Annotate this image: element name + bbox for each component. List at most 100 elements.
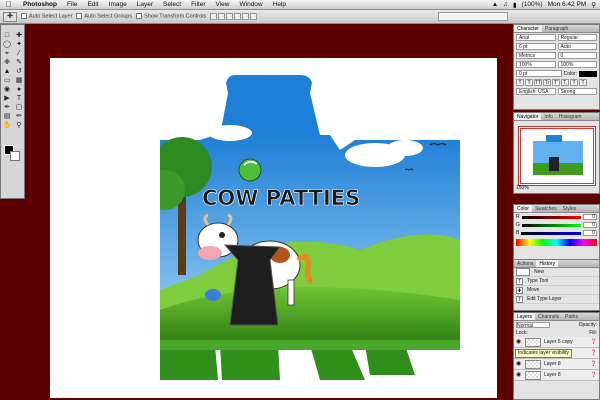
- history-item[interactable]: T Type Tool: [514, 277, 599, 286]
- navigator-view-box[interactable]: [520, 128, 594, 184]
- color-spectrum-bar[interactable]: [516, 239, 597, 246]
- font-family-select[interactable]: Arial: [516, 34, 556, 41]
- move-tool-icon[interactable]: ✚: [13, 31, 25, 40]
- crop-tool-icon[interactable]: ⌖: [1, 49, 13, 58]
- auto-select-layer-option[interactable]: Auto Select Layer: [21, 13, 72, 20]
- volume-icon[interactable]: ♫: [503, 1, 508, 8]
- tab-swatches[interactable]: Swatches: [532, 205, 560, 212]
- eye-icon[interactable]: ◉: [516, 361, 522, 367]
- history-item[interactable]: ✚ Move: [514, 286, 599, 295]
- align-left-icon[interactable]: [234, 13, 242, 20]
- text-color-swatch[interactable]: [579, 70, 597, 77]
- menu-view[interactable]: View: [211, 0, 235, 10]
- tab-info[interactable]: Info: [541, 113, 555, 120]
- pen-tool-icon[interactable]: ✒: [1, 103, 13, 112]
- show-transform-option[interactable]: Show Transform Controls: [136, 13, 206, 20]
- blend-mode-select[interactable]: Normal: [516, 322, 550, 329]
- lasso-tool-icon[interactable]: ◯: [1, 40, 13, 49]
- strikethrough-button[interactable]: T: [579, 79, 587, 86]
- layer-effects-icon[interactable]: ❓: [591, 339, 599, 345]
- baseline-shift-field[interactable]: 0 pt: [516, 70, 562, 77]
- faux-italic-button[interactable]: T: [525, 79, 533, 86]
- tab-color[interactable]: Color: [514, 205, 532, 212]
- layer-effects-icon[interactable]: ❓: [591, 350, 599, 356]
- tab-character[interactable]: Character: [514, 25, 542, 32]
- menu-filter[interactable]: Filter: [186, 0, 210, 10]
- channel-b-slider[interactable]: [521, 231, 581, 235]
- layer-effects-icon[interactable]: ❓: [591, 372, 599, 378]
- channel-b-value[interactable]: 0: [583, 230, 597, 236]
- stamp-tool-icon[interactable]: ▲: [1, 67, 13, 76]
- eyedropper-icon[interactable]: ✏: [13, 112, 25, 121]
- leading-field[interactable]: Auto: [557, 43, 597, 50]
- layer-row[interactable]: ◉ Layer 8 ❓: [514, 359, 599, 370]
- background-color-swatch[interactable]: [10, 151, 20, 161]
- eye-icon[interactable]: ◉: [516, 372, 522, 378]
- menu-help[interactable]: Help: [268, 0, 291, 10]
- menu-select[interactable]: Select: [158, 0, 186, 10]
- tab-layers[interactable]: Layers: [514, 313, 536, 320]
- apple-menu-icon[interactable]: : [0, 0, 18, 10]
- tracking-field[interactable]: 0: [557, 52, 597, 59]
- align-right-icon[interactable]: [250, 13, 258, 20]
- channel-g-slider[interactable]: [521, 223, 581, 227]
- brush-tool-icon[interactable]: ✎: [13, 58, 25, 67]
- tab-navigator[interactable]: Navigator: [514, 113, 542, 120]
- menu-file[interactable]: File: [62, 0, 82, 10]
- channel-r-slider[interactable]: [521, 215, 581, 219]
- layer-effects-icon[interactable]: ❓: [591, 361, 599, 367]
- tab-actions[interactable]: Actions: [514, 260, 536, 267]
- channel-g-value[interactable]: 0: [583, 222, 597, 228]
- navigator-zoom[interactable]: 150%: [516, 185, 529, 191]
- horizontal-scale-field[interactable]: 100%: [557, 61, 597, 68]
- tab-histogram[interactable]: Histogram: [556, 113, 585, 120]
- underline-button[interactable]: T: [570, 79, 578, 86]
- auto-select-groups-checkbox[interactable]: [76, 13, 83, 20]
- subscript-button[interactable]: T,: [561, 79, 569, 86]
- history-item[interactable]: New: [514, 268, 599, 277]
- spotlight-icon[interactable]: ⚲: [591, 1, 596, 9]
- zoom-tool-icon[interactable]: ⚲: [13, 121, 25, 130]
- tab-paragraph[interactable]: Paragraph: [542, 25, 571, 32]
- small-caps-button[interactable]: Tr: [543, 79, 551, 86]
- channel-r-value[interactable]: 0: [583, 214, 597, 220]
- clock[interactable]: Mon 6:42 PM: [548, 1, 587, 8]
- menu-photoshop[interactable]: Photoshop: [18, 0, 62, 10]
- tab-channels[interactable]: Channels: [535, 313, 562, 320]
- history-item[interactable]: T Edit Type Layer: [514, 295, 599, 304]
- shape-tool-icon[interactable]: ▢: [13, 103, 25, 112]
- wifi-icon[interactable]: ▲: [492, 1, 498, 8]
- layer-row[interactable]: ◉ Layer 5 copy ❓: [514, 337, 599, 348]
- path-select-icon[interactable]: ▶: [1, 94, 13, 103]
- align-top-icon[interactable]: [210, 13, 218, 20]
- menu-edit[interactable]: Edit: [82, 0, 103, 10]
- battery-icon[interactable]: ▮: [513, 1, 517, 9]
- align-hcenter-icon[interactable]: [242, 13, 250, 20]
- language-select[interactable]: English: USA: [516, 88, 556, 95]
- eye-icon[interactable]: ◉: [516, 339, 522, 345]
- superscript-button[interactable]: T': [552, 79, 560, 86]
- history-brush-icon[interactable]: ↺: [13, 67, 25, 76]
- antialias-select[interactable]: Strong: [557, 88, 597, 95]
- menu-image[interactable]: Image: [104, 0, 132, 10]
- slice-tool-icon[interactable]: ⁄: [13, 49, 25, 58]
- all-caps-button[interactable]: TT: [534, 79, 542, 86]
- align-vcenter-icon[interactable]: [218, 13, 226, 20]
- gradient-tool-icon[interactable]: ▦: [13, 76, 25, 85]
- eraser-tool-icon[interactable]: ▭: [1, 76, 13, 85]
- font-style-select[interactable]: Regular: [557, 34, 597, 41]
- menu-layer[interactable]: Layer: [132, 0, 158, 10]
- palette-well[interactable]: [438, 12, 508, 21]
- magic-wand-icon[interactable]: ✦: [13, 40, 25, 49]
- notes-tool-icon[interactable]: ▤: [1, 112, 13, 121]
- align-bottom-icon[interactable]: [226, 13, 234, 20]
- font-size-field[interactable]: 6 pt: [516, 43, 556, 50]
- show-transform-checkbox[interactable]: [136, 13, 143, 20]
- faux-bold-button[interactable]: T: [516, 79, 524, 86]
- layer-row[interactable]: ◉ Layer 8 ❓: [514, 370, 599, 381]
- blur-tool-icon[interactable]: ◉: [1, 85, 13, 94]
- auto-select-layer-checkbox[interactable]: [21, 13, 27, 20]
- healing-brush-icon[interactable]: ✙: [1, 58, 13, 67]
- kerning-field[interactable]: Metrics: [516, 52, 556, 59]
- tab-history[interactable]: History: [536, 260, 558, 267]
